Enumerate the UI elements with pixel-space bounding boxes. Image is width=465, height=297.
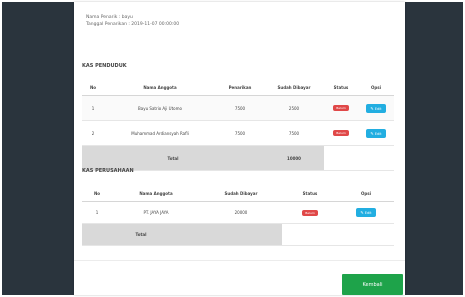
cell-opsi: ✎Edit <box>358 95 394 121</box>
status-badge: Belum <box>333 130 349 136</box>
cell-opsi: ✎Edit <box>358 120 394 146</box>
header-sudah-dibayar: Sudah Dibayar <box>264 79 324 96</box>
cell-status: Belum <box>324 120 358 146</box>
cell-no: 1 <box>82 201 112 224</box>
header-opsi: Opsi <box>338 185 394 202</box>
edit-button[interactable]: ✎Edit <box>366 128 386 138</box>
header-no: No <box>82 79 104 96</box>
header-opsi: Opsi <box>358 79 394 96</box>
total-value-empty <box>200 223 282 246</box>
header-nama-anggota: Nama Anggota <box>112 185 200 202</box>
edit-button-label: Edit <box>364 211 372 215</box>
cell-nama: PT. JAYA JAYA <box>112 201 200 224</box>
pencil-icon: ✎ <box>370 130 374 136</box>
cell-no: 1 <box>82 95 104 121</box>
total-row: Total 10000 <box>82 145 394 171</box>
kas-penduduk-title: KAS PENDUDUK <box>82 63 127 69</box>
total-label: Total <box>82 223 200 246</box>
edit-button[interactable]: ✎Edit <box>356 208 376 217</box>
header-penarikan: Penarikan <box>216 79 264 96</box>
cell-status: Belum <box>282 201 338 224</box>
table-header-row: No Nama Anggota Sudah Dibayar Status Ops… <box>82 185 394 202</box>
pencil-icon: ✎ <box>370 105 374 111</box>
cell-sudah-dibayar: 2500 <box>264 95 324 121</box>
header-status: Status <box>282 185 338 202</box>
kembali-button[interactable]: Kembali <box>342 274 403 295</box>
total-label: Total <box>82 145 264 171</box>
edit-button[interactable]: ✎Edit <box>366 103 386 113</box>
total-value: 10000 <box>264 145 324 171</box>
cell-nama: Muhammad Ardiansyah Rafli <box>104 120 216 146</box>
main-panel: Nama Penarik : bayu Tanggal Penarikan : … <box>74 2 405 295</box>
kas-perusahaan-title: KAS PERUSAHAAN <box>82 168 134 174</box>
kas-perusahaan-table: No Nama Anggota Sudah Dibayar Status Ops… <box>82 185 394 246</box>
table-header-row: No Nama Anggota Penarikan Sudah Dibayar … <box>82 79 394 96</box>
pencil-icon: ✎ <box>360 210 364 215</box>
cell-opsi: ✎Edit <box>338 201 394 224</box>
cell-sudah-dibayar: 20000 <box>200 201 282 224</box>
table-row: 1 Bayu Satrio Aji Utomo 7500 2500 Belum … <box>82 95 394 121</box>
status-badge: Belum <box>333 105 349 111</box>
cell-penarikan: 7500 <box>216 120 264 146</box>
kas-penduduk-table: No Nama Anggota Penarikan Sudah Dibayar … <box>82 79 394 171</box>
cell-nama: Bayu Satrio Aji Utomo <box>104 95 216 121</box>
total-row: Total <box>82 223 394 246</box>
edit-button-label: Edit <box>374 131 382 136</box>
right-sidebar <box>405 2 463 295</box>
nama-penarik-text: Nama Penarik : bayu <box>86 15 133 20</box>
table-row: 1 PT. JAYA JAYA 20000 Belum ✎Edit <box>82 201 394 224</box>
total-blank <box>282 223 394 246</box>
cell-no: 2 <box>82 120 104 146</box>
cell-status: Belum <box>324 95 358 121</box>
table-row: 2 Muhammad Ardiansyah Rafli 7500 7500 Be… <box>82 120 394 146</box>
left-sidebar <box>2 2 74 295</box>
status-badge: Belum <box>302 209 318 216</box>
header-sudah-dibayar: Sudah Dibayar <box>200 185 282 202</box>
tanggal-penarikan-text: Tanggal Penarikan : 2019-11-07 00:00:00 <box>86 22 180 27</box>
header-nama-anggota: Nama Anggota <box>104 79 216 96</box>
header-status: Status <box>324 79 358 96</box>
cell-sudah-dibayar: 7500 <box>264 120 324 146</box>
footer-divider <box>74 260 405 261</box>
header-no: No <box>82 185 112 202</box>
edit-button-label: Edit <box>374 106 382 111</box>
cell-penarikan: 7500 <box>216 95 264 121</box>
total-blank <box>324 145 394 171</box>
